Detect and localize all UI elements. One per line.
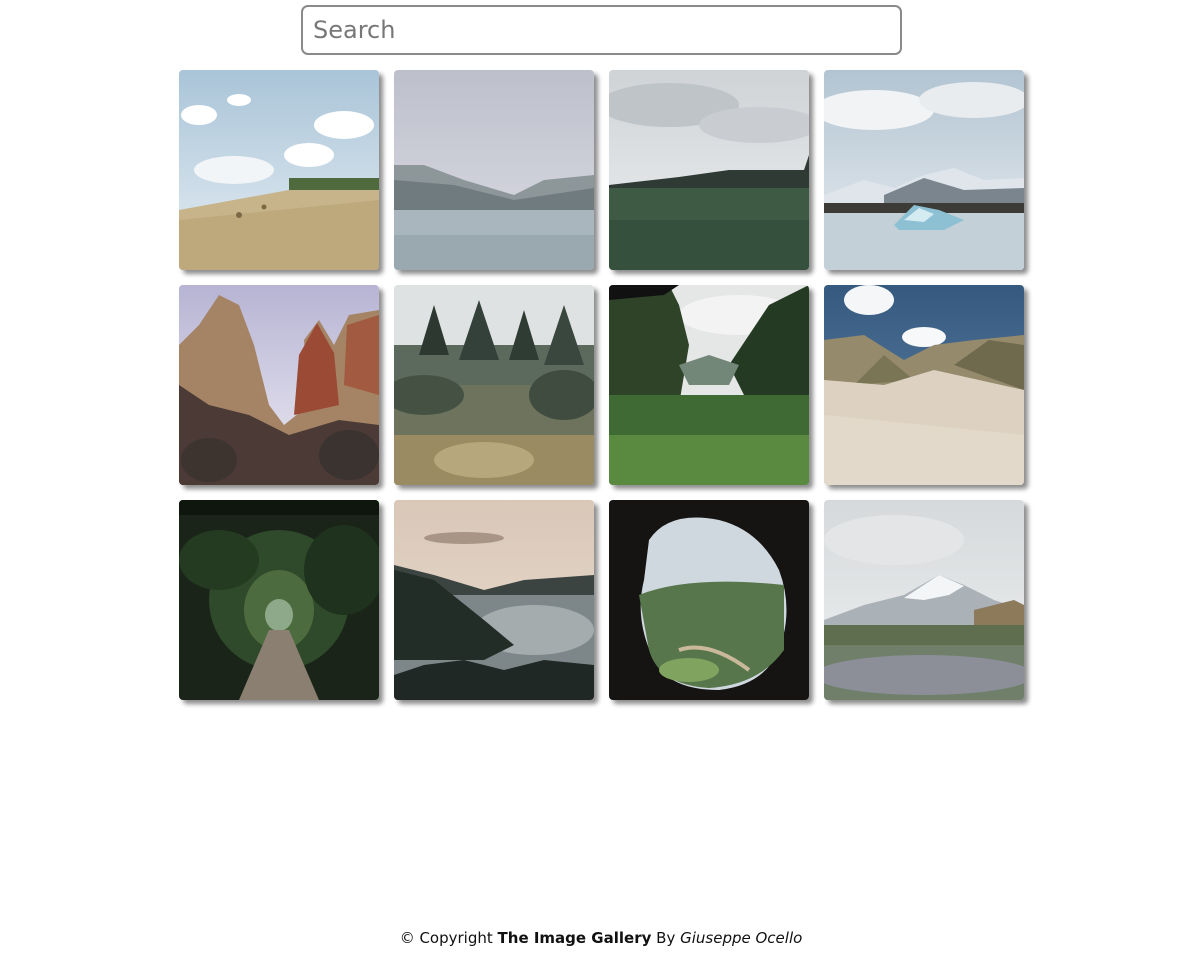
search-bar	[301, 5, 902, 55]
gallery-image-sand-dunes[interactable]	[824, 285, 1024, 485]
gallery-image-forest-path[interactable]	[179, 500, 379, 700]
copyright-text: © Copyright	[399, 929, 493, 947]
search-input[interactable]	[301, 5, 902, 55]
site-name: The Image Gallery	[497, 929, 652, 947]
gallery-image-snowy-mountain-field[interactable]	[824, 500, 1024, 700]
gallery-image-coastal-river[interactable]	[394, 500, 594, 700]
author-name: Giuseppe Ocello	[680, 929, 803, 947]
gallery-image-mountain-lake[interactable]	[394, 70, 594, 270]
footer: © Copyright The Image Gallery By Giusepp…	[0, 929, 1202, 947]
gallery-image-garden-pines[interactable]	[394, 285, 594, 485]
image-gallery	[179, 70, 1029, 700]
gallery-image-cave-view[interactable]	[609, 500, 809, 700]
page: © Copyright The Image Gallery By Giusepp…	[0, 0, 1202, 969]
gallery-image-red-rock-canyon[interactable]	[179, 285, 379, 485]
gallery-image-wheat-field[interactable]	[179, 70, 379, 270]
gallery-image-green-valley[interactable]	[609, 285, 809, 485]
gallery-image-glacier-lagoon[interactable]	[824, 70, 1024, 270]
by-text: By	[656, 929, 676, 947]
gallery-image-green-meadow[interactable]	[609, 70, 809, 270]
